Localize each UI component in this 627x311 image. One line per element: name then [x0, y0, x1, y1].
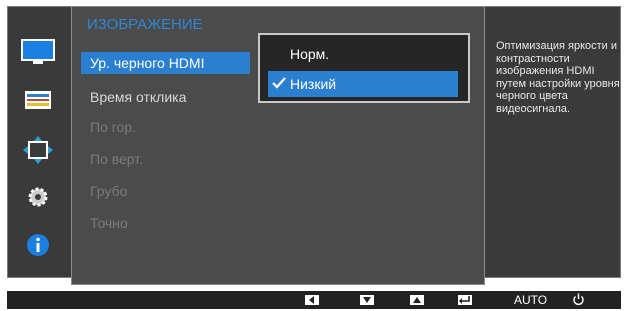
- power-icon[interactable]: [572, 293, 585, 311]
- menu-item-hdmi-black-level[interactable]: Ур. черного HDMI: [81, 52, 250, 74]
- option-normal-label: Норм.: [290, 46, 330, 62]
- menu-item-response-time[interactable]: Время отклика: [81, 86, 186, 108]
- left-arrow-icon[interactable]: [305, 295, 319, 305]
- bottom-button-bar: AUTO: [7, 291, 621, 309]
- menu-item-coarse: Грубо: [90, 183, 128, 199]
- color-icon[interactable]: [21, 86, 55, 114]
- up-arrow-icon[interactable]: [410, 295, 424, 305]
- menu-item-fine: Точно: [90, 215, 128, 231]
- description-text: Оптимизация яркости и контрастности изоб…: [496, 40, 620, 115]
- setup-icon[interactable]: [21, 183, 55, 211]
- size-position-icon[interactable]: [21, 136, 55, 164]
- option-normal[interactable]: Норм.: [268, 41, 458, 67]
- picture-icon[interactable]: [21, 38, 55, 66]
- sidebar: [7, 6, 71, 278]
- checkmark-icon: [272, 71, 290, 97]
- information-icon[interactable]: [21, 231, 55, 259]
- menu-item-v-position: По верт.: [90, 151, 144, 167]
- enter-icon[interactable]: [458, 295, 472, 305]
- option-low-label: Низкий: [290, 76, 337, 92]
- down-arrow-icon[interactable]: [360, 295, 374, 305]
- option-low[interactable]: Низкий: [268, 71, 458, 97]
- hdmi-black-level-submenu: Норм. Низкий: [258, 33, 470, 103]
- menu-item-h-position: По гор.: [90, 119, 136, 135]
- auto-label[interactable]: AUTO: [514, 293, 547, 307]
- menu-title: ИЗОБРАЖЕНИЕ: [87, 16, 203, 33]
